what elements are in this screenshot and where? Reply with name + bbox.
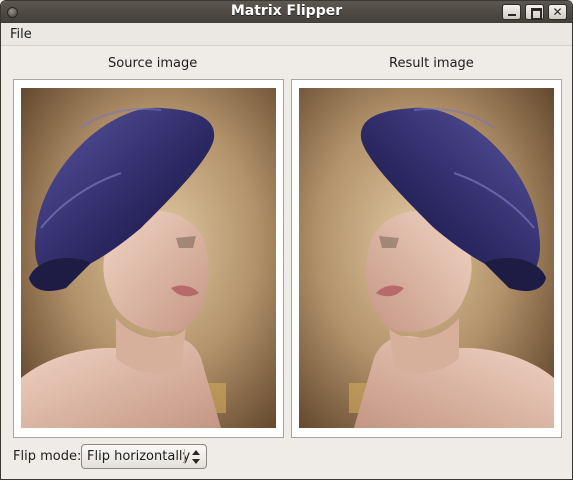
close-button[interactable]: ✕ bbox=[548, 4, 567, 20]
up-down-arrows-icon bbox=[192, 450, 200, 464]
source-caption: Source image bbox=[108, 56, 198, 71]
flip-mode-label: Flip mode: bbox=[13, 449, 82, 464]
minimize-icon bbox=[508, 14, 516, 16]
flip-mode-select[interactable]: Flip horizontally bbox=[81, 444, 207, 469]
combo-separator bbox=[184, 449, 185, 464]
maximize-icon bbox=[531, 8, 542, 20]
window-title: Matrix Flipper bbox=[230, 3, 343, 19]
menu-bar: File bbox=[1, 23, 572, 46]
menu-file[interactable]: File bbox=[10, 27, 32, 42]
result-image bbox=[299, 88, 554, 428]
close-icon: ✕ bbox=[552, 5, 563, 19]
maximize-button[interactable] bbox=[525, 4, 544, 20]
app-window: Matrix Flipper ✕ File Source image Resul… bbox=[0, 0, 573, 480]
source-image-frame bbox=[13, 79, 284, 438]
flip-mode-value: Flip horizontally bbox=[87, 449, 191, 464]
title-bar[interactable]: Matrix Flipper ✕ bbox=[1, 1, 572, 23]
result-image-frame bbox=[291, 79, 562, 438]
minimize-button[interactable] bbox=[502, 4, 521, 20]
source-image bbox=[21, 88, 276, 428]
result-caption: Result image bbox=[389, 56, 474, 71]
